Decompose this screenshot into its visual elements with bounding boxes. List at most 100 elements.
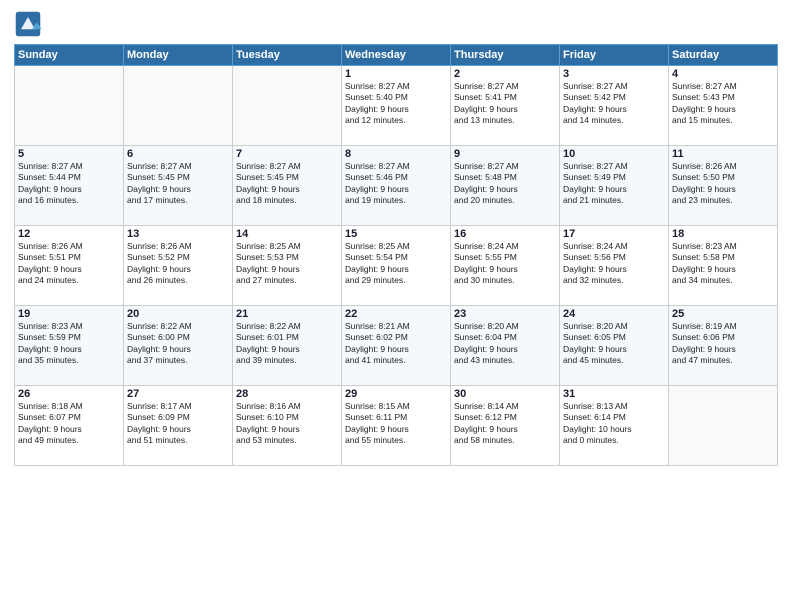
day-info: Sunrise: 8:22 AM Sunset: 6:00 PM Dayligh… — [127, 321, 229, 367]
calendar-cell: 14Sunrise: 8:25 AM Sunset: 5:53 PM Dayli… — [233, 226, 342, 306]
day-number: 31 — [563, 388, 665, 400]
calendar-week-1: 5Sunrise: 8:27 AM Sunset: 5:44 PM Daylig… — [15, 146, 778, 226]
day-number: 15 — [345, 228, 447, 240]
calendar-cell: 22Sunrise: 8:21 AM Sunset: 6:02 PM Dayli… — [342, 306, 451, 386]
day-info: Sunrise: 8:15 AM Sunset: 6:11 PM Dayligh… — [345, 401, 447, 447]
day-number: 6 — [127, 148, 229, 160]
day-info: Sunrise: 8:24 AM Sunset: 5:56 PM Dayligh… — [563, 241, 665, 287]
calendar-cell: 20Sunrise: 8:22 AM Sunset: 6:00 PM Dayli… — [124, 306, 233, 386]
day-number: 12 — [18, 228, 120, 240]
calendar-cell: 21Sunrise: 8:22 AM Sunset: 6:01 PM Dayli… — [233, 306, 342, 386]
calendar-cell — [124, 66, 233, 146]
day-number: 1 — [345, 68, 447, 80]
day-number: 30 — [454, 388, 556, 400]
calendar-cell: 29Sunrise: 8:15 AM Sunset: 6:11 PM Dayli… — [342, 386, 451, 466]
day-info: Sunrise: 8:13 AM Sunset: 6:14 PM Dayligh… — [563, 401, 665, 447]
day-number: 26 — [18, 388, 120, 400]
calendar-cell: 4Sunrise: 8:27 AM Sunset: 5:43 PM Daylig… — [669, 66, 778, 146]
day-info: Sunrise: 8:16 AM Sunset: 6:10 PM Dayligh… — [236, 401, 338, 447]
calendar-cell: 13Sunrise: 8:26 AM Sunset: 5:52 PM Dayli… — [124, 226, 233, 306]
day-number: 22 — [345, 308, 447, 320]
calendar-cell: 15Sunrise: 8:25 AM Sunset: 5:54 PM Dayli… — [342, 226, 451, 306]
calendar-cell: 18Sunrise: 8:23 AM Sunset: 5:58 PM Dayli… — [669, 226, 778, 306]
calendar-week-2: 12Sunrise: 8:26 AM Sunset: 5:51 PM Dayli… — [15, 226, 778, 306]
day-number: 9 — [454, 148, 556, 160]
header — [14, 10, 778, 38]
day-number: 23 — [454, 308, 556, 320]
col-header-friday: Friday — [560, 45, 669, 66]
col-header-sunday: Sunday — [15, 45, 124, 66]
calendar-cell: 25Sunrise: 8:19 AM Sunset: 6:06 PM Dayli… — [669, 306, 778, 386]
day-info: Sunrise: 8:27 AM Sunset: 5:44 PM Dayligh… — [18, 161, 120, 207]
day-number: 18 — [672, 228, 774, 240]
page: SundayMondayTuesdayWednesdayThursdayFrid… — [0, 0, 792, 612]
day-number: 5 — [18, 148, 120, 160]
day-number: 3 — [563, 68, 665, 80]
day-info: Sunrise: 8:25 AM Sunset: 5:53 PM Dayligh… — [236, 241, 338, 287]
logo-icon — [14, 10, 42, 38]
day-number: 7 — [236, 148, 338, 160]
day-info: Sunrise: 8:20 AM Sunset: 6:04 PM Dayligh… — [454, 321, 556, 367]
day-info: Sunrise: 8:27 AM Sunset: 5:40 PM Dayligh… — [345, 81, 447, 127]
calendar-cell: 5Sunrise: 8:27 AM Sunset: 5:44 PM Daylig… — [15, 146, 124, 226]
col-header-tuesday: Tuesday — [233, 45, 342, 66]
day-info: Sunrise: 8:18 AM Sunset: 6:07 PM Dayligh… — [18, 401, 120, 447]
day-number: 25 — [672, 308, 774, 320]
calendar-week-3: 19Sunrise: 8:23 AM Sunset: 5:59 PM Dayli… — [15, 306, 778, 386]
day-info: Sunrise: 8:27 AM Sunset: 5:46 PM Dayligh… — [345, 161, 447, 207]
calendar-cell: 10Sunrise: 8:27 AM Sunset: 5:49 PM Dayli… — [560, 146, 669, 226]
calendar-cell: 2Sunrise: 8:27 AM Sunset: 5:41 PM Daylig… — [451, 66, 560, 146]
day-info: Sunrise: 8:24 AM Sunset: 5:55 PM Dayligh… — [454, 241, 556, 287]
calendar-cell: 8Sunrise: 8:27 AM Sunset: 5:46 PM Daylig… — [342, 146, 451, 226]
day-number: 16 — [454, 228, 556, 240]
calendar-cell — [233, 66, 342, 146]
day-info: Sunrise: 8:14 AM Sunset: 6:12 PM Dayligh… — [454, 401, 556, 447]
day-info: Sunrise: 8:27 AM Sunset: 5:41 PM Dayligh… — [454, 81, 556, 127]
day-number: 14 — [236, 228, 338, 240]
calendar-cell — [669, 386, 778, 466]
calendar-cell: 11Sunrise: 8:26 AM Sunset: 5:50 PM Dayli… — [669, 146, 778, 226]
day-number: 28 — [236, 388, 338, 400]
day-number: 24 — [563, 308, 665, 320]
calendar-cell: 3Sunrise: 8:27 AM Sunset: 5:42 PM Daylig… — [560, 66, 669, 146]
calendar-table: SundayMondayTuesdayWednesdayThursdayFrid… — [14, 44, 778, 466]
calendar-cell: 1Sunrise: 8:27 AM Sunset: 5:40 PM Daylig… — [342, 66, 451, 146]
day-number: 17 — [563, 228, 665, 240]
calendar-cell: 26Sunrise: 8:18 AM Sunset: 6:07 PM Dayli… — [15, 386, 124, 466]
day-number: 11 — [672, 148, 774, 160]
calendar-week-0: 1Sunrise: 8:27 AM Sunset: 5:40 PM Daylig… — [15, 66, 778, 146]
calendar-cell: 30Sunrise: 8:14 AM Sunset: 6:12 PM Dayli… — [451, 386, 560, 466]
day-number: 8 — [345, 148, 447, 160]
calendar-cell: 7Sunrise: 8:27 AM Sunset: 5:45 PM Daylig… — [233, 146, 342, 226]
calendar-cell: 28Sunrise: 8:16 AM Sunset: 6:10 PM Dayli… — [233, 386, 342, 466]
day-info: Sunrise: 8:21 AM Sunset: 6:02 PM Dayligh… — [345, 321, 447, 367]
col-header-wednesday: Wednesday — [342, 45, 451, 66]
day-info: Sunrise: 8:23 AM Sunset: 5:59 PM Dayligh… — [18, 321, 120, 367]
day-number: 21 — [236, 308, 338, 320]
calendar-cell: 9Sunrise: 8:27 AM Sunset: 5:48 PM Daylig… — [451, 146, 560, 226]
day-info: Sunrise: 8:26 AM Sunset: 5:50 PM Dayligh… — [672, 161, 774, 207]
col-header-saturday: Saturday — [669, 45, 778, 66]
day-info: Sunrise: 8:26 AM Sunset: 5:52 PM Dayligh… — [127, 241, 229, 287]
calendar-cell — [15, 66, 124, 146]
day-info: Sunrise: 8:27 AM Sunset: 5:42 PM Dayligh… — [563, 81, 665, 127]
day-info: Sunrise: 8:27 AM Sunset: 5:43 PM Dayligh… — [672, 81, 774, 127]
day-number: 27 — [127, 388, 229, 400]
day-number: 10 — [563, 148, 665, 160]
col-header-thursday: Thursday — [451, 45, 560, 66]
day-info: Sunrise: 8:27 AM Sunset: 5:49 PM Dayligh… — [563, 161, 665, 207]
calendar-header-row: SundayMondayTuesdayWednesdayThursdayFrid… — [15, 45, 778, 66]
day-number: 13 — [127, 228, 229, 240]
day-info: Sunrise: 8:27 AM Sunset: 5:45 PM Dayligh… — [127, 161, 229, 207]
day-info: Sunrise: 8:22 AM Sunset: 6:01 PM Dayligh… — [236, 321, 338, 367]
day-info: Sunrise: 8:19 AM Sunset: 6:06 PM Dayligh… — [672, 321, 774, 367]
day-info: Sunrise: 8:27 AM Sunset: 5:48 PM Dayligh… — [454, 161, 556, 207]
day-info: Sunrise: 8:27 AM Sunset: 5:45 PM Dayligh… — [236, 161, 338, 207]
day-info: Sunrise: 8:23 AM Sunset: 5:58 PM Dayligh… — [672, 241, 774, 287]
calendar-cell: 19Sunrise: 8:23 AM Sunset: 5:59 PM Dayli… — [15, 306, 124, 386]
logo — [14, 10, 46, 38]
calendar-week-4: 26Sunrise: 8:18 AM Sunset: 6:07 PM Dayli… — [15, 386, 778, 466]
day-number: 29 — [345, 388, 447, 400]
day-info: Sunrise: 8:25 AM Sunset: 5:54 PM Dayligh… — [345, 241, 447, 287]
day-info: Sunrise: 8:26 AM Sunset: 5:51 PM Dayligh… — [18, 241, 120, 287]
